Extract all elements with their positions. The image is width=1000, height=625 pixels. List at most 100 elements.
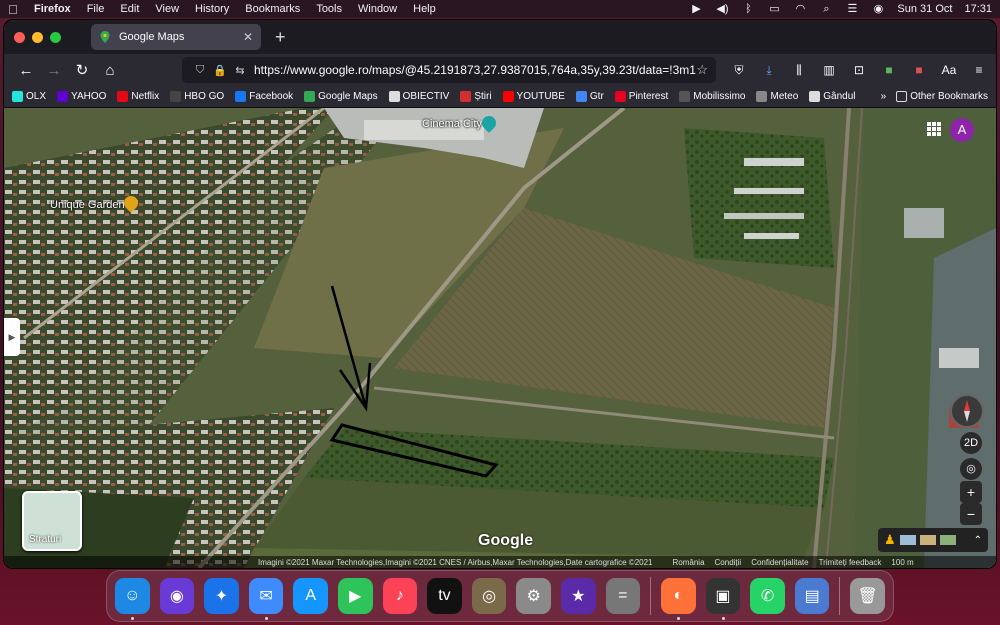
country-link[interactable]: România [673, 558, 705, 567]
tracking-protection-icon[interactable]: ⛉ [190, 64, 210, 77]
bookmark-star-icon[interactable]: ☆ [696, 62, 708, 78]
sidebar-icon[interactable]: ▥ [820, 63, 838, 77]
music-icon[interactable]: ♪ [382, 578, 418, 614]
photo-booth-icon[interactable]: ▣ [705, 578, 741, 620]
other-bookmarks-button[interactable]: Other Bookmarks [896, 91, 988, 102]
home-button[interactable]: ⌂ [96, 62, 124, 79]
wifi-icon[interactable]: ◠ [793, 4, 807, 15]
close-window-button[interactable] [14, 31, 25, 43]
menu-bookmarks[interactable]: Bookmarks [245, 3, 300, 15]
cinema-city-label[interactable]: Cinema City [422, 118, 482, 130]
extension-red-icon[interactable]: ■ [910, 63, 928, 77]
battery-icon[interactable]: ▭ [767, 4, 781, 15]
mail-icon[interactable]: ✉ [248, 578, 284, 620]
terms-link[interactable]: Condiții [715, 558, 742, 567]
zoom-window-button[interactable] [50, 31, 61, 43]
minimize-window-button[interactable] [32, 31, 43, 43]
menubar-date[interactable]: Sun 31 Oct [897, 3, 952, 15]
facetime-icon[interactable]: ▶ [337, 578, 373, 614]
my-location-icon[interactable]: ◎ [960, 458, 982, 480]
menu-view[interactable]: View [155, 3, 179, 15]
bookmark-item[interactable]: YOUTUBE [502, 91, 565, 102]
app-store-icon[interactable]: A [293, 578, 328, 614]
bookmark-item[interactable]: HBO GO [170, 91, 224, 102]
google-apps-icon[interactable] [927, 122, 941, 136]
tab-google-maps[interactable]: Google Maps ✕ [91, 24, 261, 50]
preview-icon[interactable]: ▤ [794, 578, 830, 614]
bookmark-item[interactable]: Mobilissimo [679, 91, 745, 102]
menu-icon[interactable]: ≡ [970, 63, 988, 77]
menu-file[interactable]: File [87, 3, 105, 15]
volume-icon[interactable]: ◀) [715, 4, 729, 15]
bookmark-item[interactable]: Google Maps [304, 91, 378, 102]
reader-text-icon[interactable]: Aa [940, 63, 958, 77]
privacy-link[interactable]: Confidențialitate [751, 558, 808, 567]
unique-garden-label[interactable]: Unique Garden [50, 199, 125, 211]
menu-app-name[interactable]: Firefox [34, 3, 71, 15]
bookmark-item[interactable]: Gtr [575, 91, 604, 102]
extension-green-icon[interactable]: ■ [880, 63, 898, 77]
pegman-icon[interactable]: ♟ [884, 532, 896, 548]
forward-button[interactable]: → [40, 62, 68, 79]
new-tab-button[interactable]: + [275, 27, 286, 48]
play-icon[interactable]: ▶ [689, 4, 703, 15]
bookmark-item[interactable]: OBIECTIV [388, 91, 449, 102]
permissions-icon[interactable]: ⇆ [230, 64, 250, 77]
expand-up-icon[interactable]: ⌃ [974, 535, 982, 546]
bookmark-item[interactable]: Meteo [756, 91, 798, 102]
url-text[interactable]: https://www.google.ro/maps/@45.2191873,2… [254, 63, 696, 77]
bookmark-item[interactable]: Facebook [235, 91, 293, 102]
satellite-imagery[interactable] [4, 108, 996, 568]
bookmark-item[interactable]: Gândul [809, 91, 856, 102]
close-tab-icon[interactable]: ✕ [243, 30, 253, 44]
menubar-time[interactable]: 17:31 [964, 3, 992, 15]
bookmark-item[interactable]: OLX [12, 91, 46, 102]
library-icon[interactable]: ⫼ [790, 63, 808, 78]
control-center-icon[interactable]: ☰ [845, 4, 859, 15]
screenshot-icon[interactable]: ⊡ [850, 63, 868, 77]
bluetooth-icon[interactable]: ᛒ [741, 4, 755, 15]
imagery-thumb-3[interactable] [939, 535, 956, 545]
spotlight-icon[interactable]: ⌕ [819, 4, 833, 15]
menu-help[interactable]: Help [413, 3, 436, 15]
downloads-icon[interactable]: ⤓ [760, 63, 778, 78]
zoom-out-button[interactable]: − [960, 503, 982, 525]
reload-button[interactable]: ↻ [68, 61, 96, 79]
scale-bar[interactable]: 100 m [891, 558, 913, 567]
safari-icon[interactable]: ✦ [204, 578, 239, 614]
tv-icon[interactable]: tv [427, 578, 462, 614]
whatsapp-icon[interactable]: ✆ [750, 578, 785, 614]
system-preferences-icon[interactable]: ⚙ [516, 578, 551, 614]
bookmark-item[interactable]: YAHOO [57, 91, 106, 102]
compass-icon[interactable] [950, 394, 984, 428]
account-avatar[interactable]: A [950, 118, 974, 142]
layers-button[interactable]: Straturi [22, 491, 82, 551]
siri-menubar-icon[interactable]: ◉ [871, 4, 885, 15]
bookmark-item[interactable]: Știri [460, 91, 492, 102]
menu-history[interactable]: History [195, 3, 229, 15]
siri-icon[interactable]: ◉ [159, 578, 195, 614]
expand-side-panel-button[interactable]: ▶ [4, 318, 20, 356]
zoom-in-button[interactable]: + [960, 481, 982, 503]
bookmark-item[interactable]: Netflix [117, 91, 159, 102]
map-canvas[interactable]: Cinema City Unique Garden A ▶ Straturi 2… [4, 108, 996, 568]
firefox-icon[interactable]: ◐ [661, 578, 696, 620]
imovie-icon[interactable]: ★ [560, 578, 596, 614]
imagery-thumb-1[interactable] [899, 535, 916, 545]
lock-icon[interactable]: 🔒 [210, 64, 230, 77]
pocket-icon[interactable]: ⛨ [730, 63, 748, 78]
url-bar[interactable]: ⛉ 🔒 ⇆ https://www.google.ro/maps/@45.219… [182, 57, 716, 83]
apple-icon[interactable]:  [8, 2, 22, 17]
back-button[interactable]: ← [12, 62, 40, 79]
menu-tools[interactable]: Tools [316, 3, 342, 15]
view-toggle-2d-button[interactable]: 2D [960, 432, 982, 454]
chevron-right-icon[interactable]: » [881, 91, 887, 102]
finder-icon[interactable]: ☺ [115, 578, 150, 620]
calculator-icon[interactable]: = [605, 578, 641, 614]
bookmark-item[interactable]: Pinterest [614, 91, 668, 102]
menu-window[interactable]: Window [358, 3, 397, 15]
imagery-thumb-2[interactable] [919, 535, 936, 545]
feedback-link[interactable]: Trimiteți feedback [819, 558, 882, 567]
trash-icon[interactable]: 🗑 [850, 578, 885, 614]
menu-edit[interactable]: Edit [120, 3, 139, 15]
